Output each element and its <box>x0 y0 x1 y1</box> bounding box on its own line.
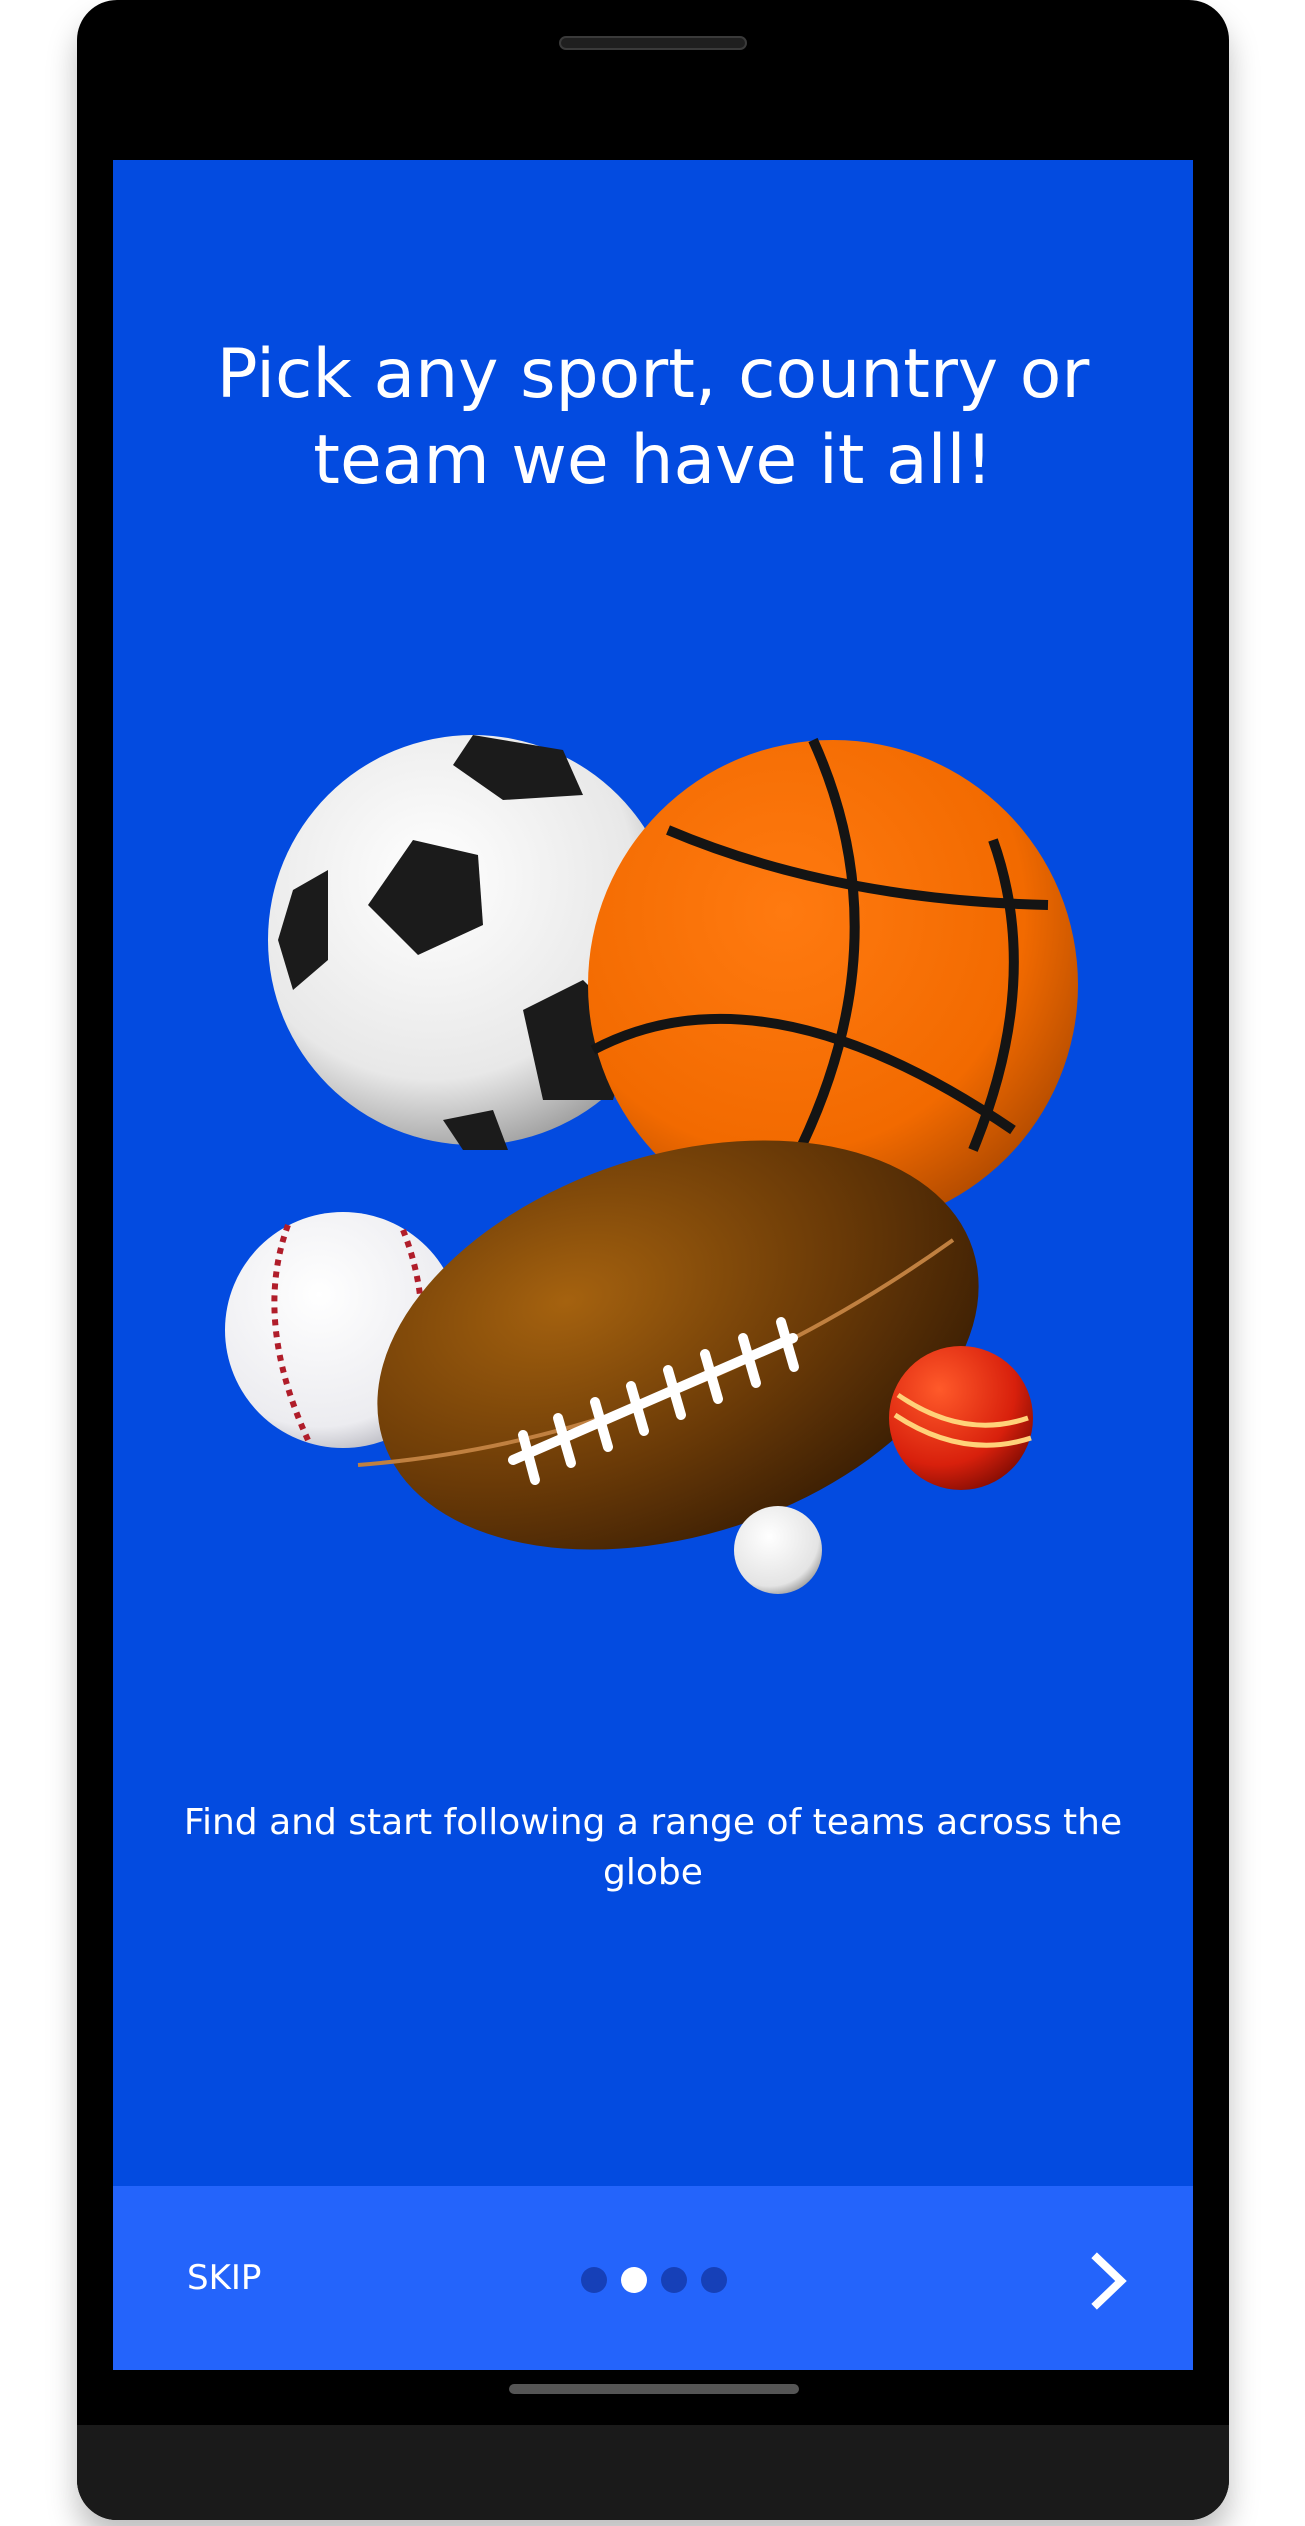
home-indicator[interactable] <box>509 2384 799 2394</box>
page-dot-2-active[interactable] <box>621 2267 647 2293</box>
sports-balls-illustration <box>225 735 1078 1594</box>
next-button[interactable] <box>1073 2246 1143 2316</box>
page-dot-4[interactable] <box>701 2267 727 2293</box>
onboarding-subtitle: Find and start following a range of team… <box>183 1802 1123 1893</box>
cricket-ball-icon <box>889 1346 1033 1490</box>
onboarding-bottom-bar: SKIP <box>113 2186 1193 2370</box>
skip-button[interactable]: SKIP <box>187 2254 261 2302</box>
golf-ball-icon <box>734 1506 822 1594</box>
speaker-grille <box>559 36 747 50</box>
page-dot-3[interactable] <box>661 2267 687 2293</box>
page-indicator <box>581 2266 727 2294</box>
chevron-right-icon <box>1091 2252 1127 2310</box>
onboarding-title: Pick any sport, country or team we have … <box>216 335 1090 500</box>
phone-bottom-bezel <box>77 2425 1229 2520</box>
onboarding-screen: Pick any sport, country or team we have … <box>113 160 1193 2370</box>
page-dot-1[interactable] <box>581 2267 607 2293</box>
